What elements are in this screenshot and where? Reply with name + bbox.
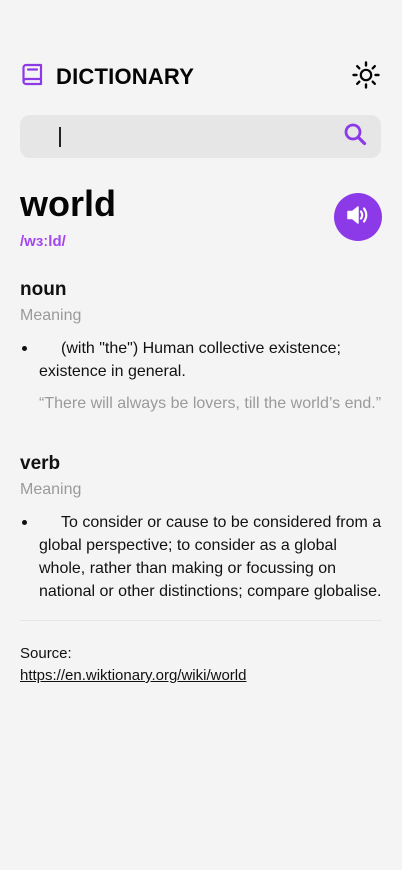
- source-label: Source:: [20, 645, 72, 662]
- play-pronunciation-button[interactable]: [334, 193, 382, 241]
- theme-toggle-button[interactable]: [350, 60, 382, 95]
- app-title: DICTIONARY: [56, 64, 195, 89]
- bullet-icon: [22, 346, 27, 351]
- speaker-icon: [346, 204, 370, 231]
- example-text: “There will always be lovers, till the w…: [39, 395, 382, 412]
- meaning-section-verb: verb Meaning To consider or cause to be …: [20, 453, 382, 603]
- search-button[interactable]: [341, 123, 369, 151]
- meaning-label: Meaning: [20, 481, 82, 498]
- brand: DICTIONARY: [20, 62, 194, 93]
- definition-item: To consider or cause to be considered fr…: [20, 511, 382, 603]
- definition-text: (with "the") Human collective existence;…: [39, 340, 341, 380]
- definition-text: To consider or cause to be considered fr…: [39, 514, 382, 600]
- source-link[interactable]: https://en.wiktionary.org/wiki/world: [20, 665, 246, 687]
- meaning-section-noun: noun Meaning (with "the") Human collecti…: [20, 279, 382, 415]
- definition-list: (with "the") Human collective existence;…: [20, 337, 382, 383]
- definition-list: To consider or cause to be considered fr…: [20, 511, 382, 603]
- part-of-speech: noun: [20, 279, 67, 300]
- source-block: Source: https://en.wiktionary.org/wiki/w…: [20, 643, 246, 687]
- divider: [20, 620, 382, 621]
- text-cursor: [59, 127, 61, 147]
- book-icon: [20, 62, 46, 93]
- meaning-label: Meaning: [20, 307, 82, 324]
- search-icon: [343, 122, 367, 151]
- app-header: DICTIONARY: [20, 56, 382, 98]
- search-bar: [20, 115, 381, 158]
- part-of-speech: verb: [20, 453, 61, 474]
- word-title: world: [20, 183, 116, 224]
- definition-item: (with "the") Human collective existence;…: [20, 337, 382, 383]
- sun-icon: [351, 60, 381, 95]
- bullet-icon: [22, 520, 27, 525]
- word-header: world /wɜːld/: [20, 184, 382, 254]
- phonetic-text: /wɜːld/: [20, 233, 66, 250]
- search-input[interactable]: [38, 115, 341, 158]
